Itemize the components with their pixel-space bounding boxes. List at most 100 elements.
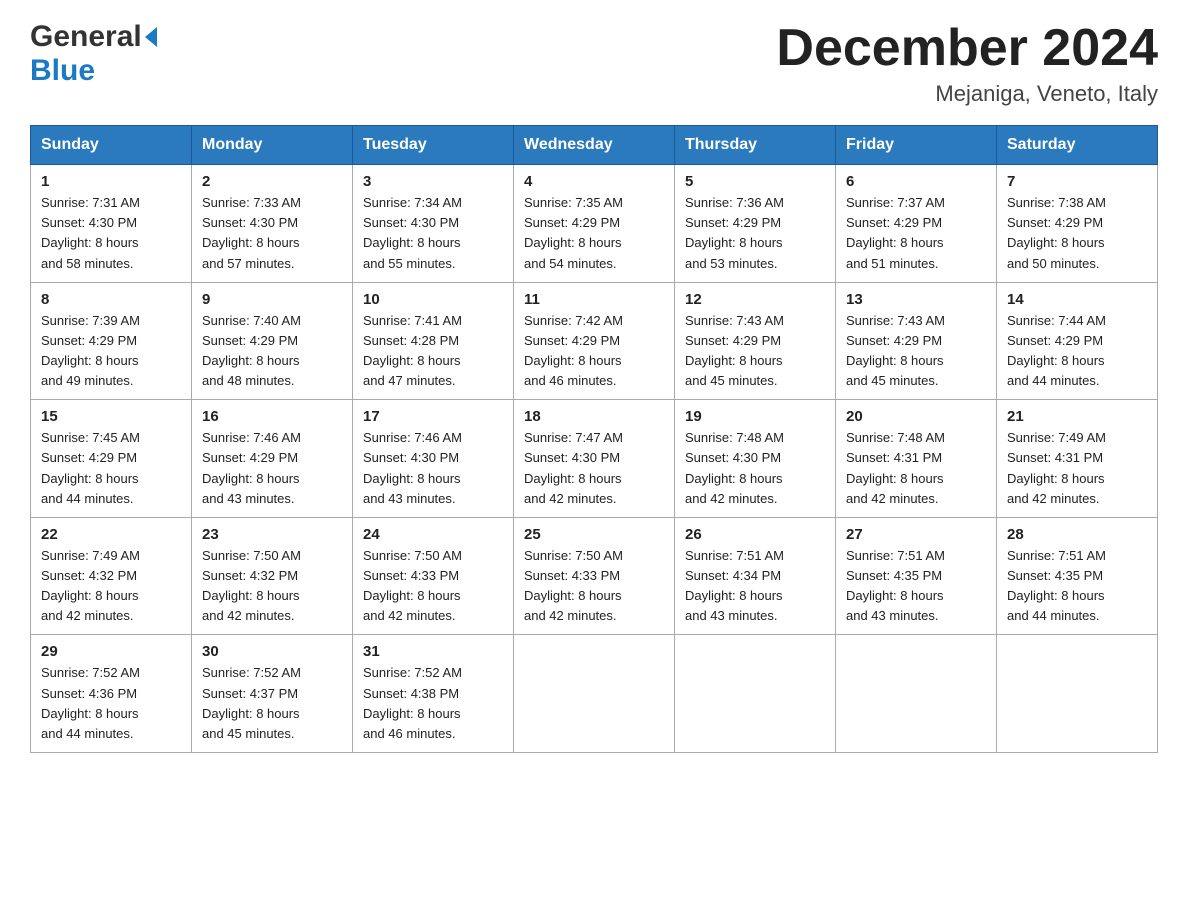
- day-info: Sunrise: 7:50 AMSunset: 4:32 PMDaylight:…: [202, 548, 301, 623]
- day-number: 29: [41, 643, 181, 660]
- day-info: Sunrise: 7:36 AMSunset: 4:29 PMDaylight:…: [685, 195, 784, 270]
- calendar-table: Sunday Monday Tuesday Wednesday Thursday…: [30, 125, 1158, 753]
- day-info: Sunrise: 7:35 AMSunset: 4:29 PMDaylight:…: [524, 195, 623, 270]
- day-info: Sunrise: 7:49 AMSunset: 4:31 PMDaylight:…: [1007, 430, 1106, 505]
- day-number: 23: [202, 526, 342, 543]
- day-number: 31: [363, 643, 503, 660]
- day-info: Sunrise: 7:40 AMSunset: 4:29 PMDaylight:…: [202, 313, 301, 388]
- day-number: 8: [41, 291, 181, 308]
- day-number: 25: [524, 526, 664, 543]
- day-info: Sunrise: 7:50 AMSunset: 4:33 PMDaylight:…: [524, 548, 623, 623]
- day-info: Sunrise: 7:52 AMSunset: 4:38 PMDaylight:…: [363, 665, 462, 740]
- day-info: Sunrise: 7:43 AMSunset: 4:29 PMDaylight:…: [846, 313, 945, 388]
- day-cell-30: 30 Sunrise: 7:52 AMSunset: 4:37 PMDaylig…: [192, 635, 353, 753]
- day-number: 7: [1007, 173, 1147, 190]
- day-cell-20: 20 Sunrise: 7:48 AMSunset: 4:31 PMDaylig…: [836, 400, 997, 518]
- day-cell-9: 9 Sunrise: 7:40 AMSunset: 4:29 PMDayligh…: [192, 282, 353, 400]
- week-row-4: 22 Sunrise: 7:49 AMSunset: 4:32 PMDaylig…: [31, 517, 1158, 635]
- day-info: Sunrise: 7:31 AMSunset: 4:30 PMDaylight:…: [41, 195, 140, 270]
- header-tuesday: Tuesday: [353, 126, 514, 165]
- day-info: Sunrise: 7:49 AMSunset: 4:32 PMDaylight:…: [41, 548, 140, 623]
- day-info: Sunrise: 7:44 AMSunset: 4:29 PMDaylight:…: [1007, 313, 1106, 388]
- day-cell-16: 16 Sunrise: 7:46 AMSunset: 4:29 PMDaylig…: [192, 400, 353, 518]
- day-cell-8: 8 Sunrise: 7:39 AMSunset: 4:29 PMDayligh…: [31, 282, 192, 400]
- day-cell-14: 14 Sunrise: 7:44 AMSunset: 4:29 PMDaylig…: [997, 282, 1158, 400]
- day-number: 26: [685, 526, 825, 543]
- day-number: 30: [202, 643, 342, 660]
- day-cell-29: 29 Sunrise: 7:52 AMSunset: 4:36 PMDaylig…: [31, 635, 192, 753]
- day-info: Sunrise: 7:50 AMSunset: 4:33 PMDaylight:…: [363, 548, 462, 623]
- month-title: December 2024: [776, 20, 1158, 77]
- day-cell-26: 26 Sunrise: 7:51 AMSunset: 4:34 PMDaylig…: [675, 517, 836, 635]
- day-cell-27: 27 Sunrise: 7:51 AMSunset: 4:35 PMDaylig…: [836, 517, 997, 635]
- day-info: Sunrise: 7:48 AMSunset: 4:30 PMDaylight:…: [685, 430, 784, 505]
- day-number: 2: [202, 173, 342, 190]
- week-row-2: 8 Sunrise: 7:39 AMSunset: 4:29 PMDayligh…: [31, 282, 1158, 400]
- day-info: Sunrise: 7:42 AMSunset: 4:29 PMDaylight:…: [524, 313, 623, 388]
- day-cell-12: 12 Sunrise: 7:43 AMSunset: 4:29 PMDaylig…: [675, 282, 836, 400]
- day-cell-33: [675, 635, 836, 753]
- title-area: December 2024 Mejaniga, Veneto, Italy: [776, 20, 1158, 107]
- day-cell-18: 18 Sunrise: 7:47 AMSunset: 4:30 PMDaylig…: [514, 400, 675, 518]
- day-number: 20: [846, 408, 986, 425]
- page-header: General Blue December 2024 Mejaniga, Ven…: [30, 20, 1158, 107]
- day-cell-35: [997, 635, 1158, 753]
- day-info: Sunrise: 7:33 AMSunset: 4:30 PMDaylight:…: [202, 195, 301, 270]
- day-cell-15: 15 Sunrise: 7:45 AMSunset: 4:29 PMDaylig…: [31, 400, 192, 518]
- day-number: 19: [685, 408, 825, 425]
- day-cell-22: 22 Sunrise: 7:49 AMSunset: 4:32 PMDaylig…: [31, 517, 192, 635]
- day-cell-11: 11 Sunrise: 7:42 AMSunset: 4:29 PMDaylig…: [514, 282, 675, 400]
- day-info: Sunrise: 7:39 AMSunset: 4:29 PMDaylight:…: [41, 313, 140, 388]
- header-sunday: Sunday: [31, 126, 192, 165]
- day-cell-21: 21 Sunrise: 7:49 AMSunset: 4:31 PMDaylig…: [997, 400, 1158, 518]
- day-cell-3: 3 Sunrise: 7:34 AMSunset: 4:30 PMDayligh…: [353, 165, 514, 283]
- day-info: Sunrise: 7:41 AMSunset: 4:28 PMDaylight:…: [363, 313, 462, 388]
- week-row-1: 1 Sunrise: 7:31 AMSunset: 4:30 PMDayligh…: [31, 165, 1158, 283]
- day-cell-13: 13 Sunrise: 7:43 AMSunset: 4:29 PMDaylig…: [836, 282, 997, 400]
- day-info: Sunrise: 7:51 AMSunset: 4:34 PMDaylight:…: [685, 548, 784, 623]
- day-cell-24: 24 Sunrise: 7:50 AMSunset: 4:33 PMDaylig…: [353, 517, 514, 635]
- day-number: 28: [1007, 526, 1147, 543]
- day-number: 6: [846, 173, 986, 190]
- day-info: Sunrise: 7:34 AMSunset: 4:30 PMDaylight:…: [363, 195, 462, 270]
- day-number: 13: [846, 291, 986, 308]
- logo-blue-text: Blue: [30, 54, 95, 87]
- day-number: 27: [846, 526, 986, 543]
- day-number: 17: [363, 408, 503, 425]
- day-info: Sunrise: 7:43 AMSunset: 4:29 PMDaylight:…: [685, 313, 784, 388]
- day-info: Sunrise: 7:51 AMSunset: 4:35 PMDaylight:…: [846, 548, 945, 623]
- day-number: 14: [1007, 291, 1147, 308]
- week-row-3: 15 Sunrise: 7:45 AMSunset: 4:29 PMDaylig…: [31, 400, 1158, 518]
- day-cell-6: 6 Sunrise: 7:37 AMSunset: 4:29 PMDayligh…: [836, 165, 997, 283]
- day-number: 4: [524, 173, 664, 190]
- weekday-header-row: Sunday Monday Tuesday Wednesday Thursday…: [31, 126, 1158, 165]
- day-cell-25: 25 Sunrise: 7:50 AMSunset: 4:33 PMDaylig…: [514, 517, 675, 635]
- day-number: 10: [363, 291, 503, 308]
- day-cell-5: 5 Sunrise: 7:36 AMSunset: 4:29 PMDayligh…: [675, 165, 836, 283]
- day-info: Sunrise: 7:45 AMSunset: 4:29 PMDaylight:…: [41, 430, 140, 505]
- day-cell-28: 28 Sunrise: 7:51 AMSunset: 4:35 PMDaylig…: [997, 517, 1158, 635]
- day-number: 12: [685, 291, 825, 308]
- day-cell-23: 23 Sunrise: 7:50 AMSunset: 4:32 PMDaylig…: [192, 517, 353, 635]
- day-number: 9: [202, 291, 342, 308]
- day-cell-32: [514, 635, 675, 753]
- day-number: 1: [41, 173, 181, 190]
- week-row-5: 29 Sunrise: 7:52 AMSunset: 4:36 PMDaylig…: [31, 635, 1158, 753]
- header-monday: Monday: [192, 126, 353, 165]
- day-cell-17: 17 Sunrise: 7:46 AMSunset: 4:30 PMDaylig…: [353, 400, 514, 518]
- header-saturday: Saturday: [997, 126, 1158, 165]
- logo-general-text: General: [30, 20, 142, 54]
- day-number: 24: [363, 526, 503, 543]
- day-number: 5: [685, 173, 825, 190]
- day-number: 22: [41, 526, 181, 543]
- day-cell-31: 31 Sunrise: 7:52 AMSunset: 4:38 PMDaylig…: [353, 635, 514, 753]
- day-cell-34: [836, 635, 997, 753]
- header-thursday: Thursday: [675, 126, 836, 165]
- day-info: Sunrise: 7:48 AMSunset: 4:31 PMDaylight:…: [846, 430, 945, 505]
- day-info: Sunrise: 7:38 AMSunset: 4:29 PMDaylight:…: [1007, 195, 1106, 270]
- day-cell-1: 1 Sunrise: 7:31 AMSunset: 4:30 PMDayligh…: [31, 165, 192, 283]
- day-number: 11: [524, 291, 664, 308]
- logo-flag-icon: [145, 27, 157, 47]
- day-cell-10: 10 Sunrise: 7:41 AMSunset: 4:28 PMDaylig…: [353, 282, 514, 400]
- day-info: Sunrise: 7:37 AMSunset: 4:29 PMDaylight:…: [846, 195, 945, 270]
